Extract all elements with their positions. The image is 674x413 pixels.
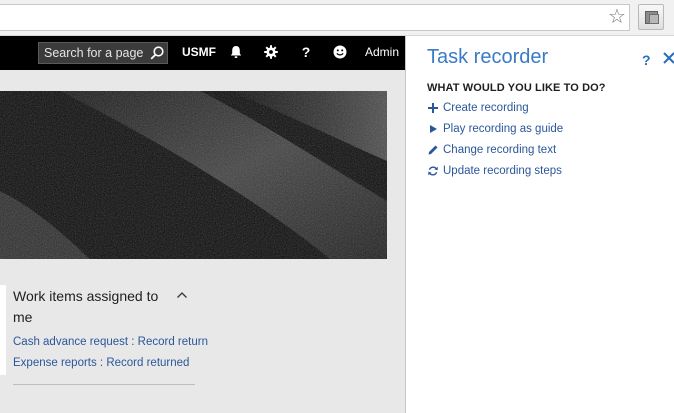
gear-icon[interactable]	[263, 44, 279, 60]
update-recording-steps-link[interactable]: Update recording steps	[427, 163, 562, 179]
browser-toolbar: ☆	[0, 0, 674, 36]
action-label: Play recording as guide	[443, 123, 564, 135]
hero-image	[0, 91, 387, 259]
smiley-icon[interactable]	[332, 44, 348, 60]
workspace: Work items assigned to me Cash advance r…	[0, 70, 405, 413]
navigation-bar: Search for a page USMF ? Admin	[0, 36, 405, 70]
pencil-icon	[428, 145, 438, 155]
work-items-card: Work items assigned to me Cash advance r…	[0, 279, 405, 413]
refresh-icon	[428, 166, 438, 176]
card-accent	[0, 285, 6, 375]
work-item-link[interactable]: Cash advance request : Record return	[13, 336, 208, 348]
chevron-up-icon[interactable]	[176, 290, 188, 300]
company-selector[interactable]: USMF	[182, 45, 216, 59]
divider	[13, 384, 195, 385]
pane-title: Task recorder	[427, 46, 549, 68]
pane-heading: WHAT WOULD YOU LIKE TO DO?	[427, 82, 606, 94]
bell-icon[interactable]	[228, 44, 244, 60]
search-icon[interactable]	[149, 45, 165, 61]
user-menu[interactable]: Admin	[365, 45, 399, 59]
close-icon[interactable]	[662, 51, 674, 65]
hero-fabric-graphic	[0, 91, 387, 259]
star-outline-icon[interactable]: ☆	[606, 5, 628, 27]
action-label: Change recording text	[443, 144, 557, 156]
plus-icon	[428, 103, 438, 113]
play-recording-link[interactable]: Play recording as guide	[427, 121, 563, 137]
extension-icon-front	[649, 14, 659, 24]
work-item-link[interactable]: Expense reports : Record returned	[13, 357, 189, 369]
action-label: Create recording	[443, 102, 529, 114]
action-label: Update recording steps	[443, 165, 562, 177]
extension-icon[interactable]	[638, 4, 664, 30]
search-placeholder: Search for a page	[44, 46, 144, 60]
help-icon[interactable]: ?	[298, 44, 314, 60]
card-title: Work items assigned to me	[13, 288, 159, 325]
search-input[interactable]: Search for a page	[38, 42, 168, 64]
create-recording-link[interactable]: Create recording	[427, 100, 529, 116]
play-icon	[430, 125, 437, 133]
task-recorder-pane: Task recorder ? WHAT WOULD YOU LIKE TO D…	[405, 36, 674, 413]
change-recording-text-link[interactable]: Change recording text	[427, 142, 556, 158]
address-bar[interactable]	[0, 4, 630, 31]
help-icon[interactable]: ?	[642, 52, 651, 68]
